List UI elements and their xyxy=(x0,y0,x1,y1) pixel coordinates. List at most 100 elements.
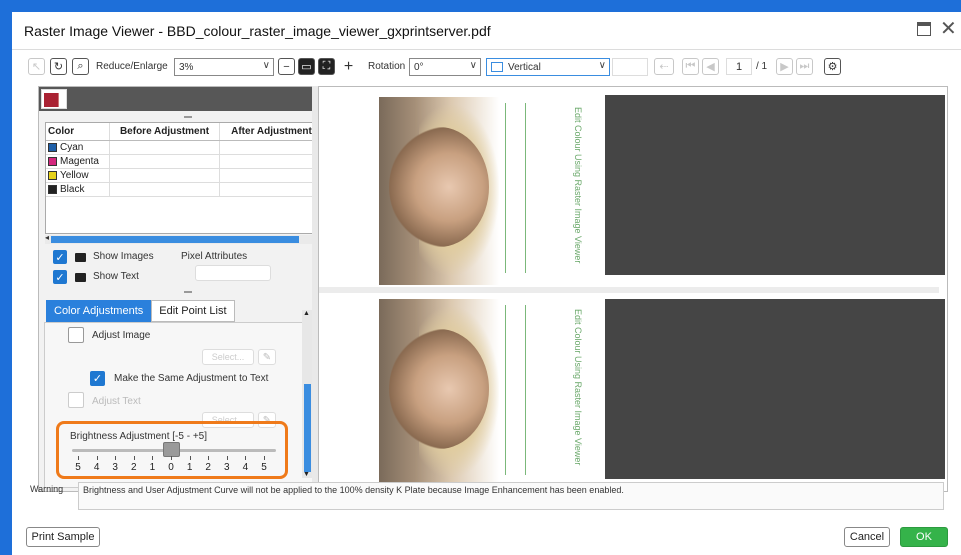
cancel-button[interactable]: Cancel xyxy=(844,527,890,547)
slider-tick xyxy=(208,456,210,460)
slider-tick-label: 4 xyxy=(242,462,249,473)
slider-tick xyxy=(96,456,98,460)
fit-width-icon[interactable]: ▭ xyxy=(298,58,315,75)
magenta-swatch-icon xyxy=(48,157,57,166)
brightness-slider-knob[interactable] xyxy=(163,442,180,457)
adjust-image-checkbox[interactable] xyxy=(68,327,84,343)
text-column xyxy=(505,103,515,273)
slider-tick xyxy=(226,456,228,460)
orientation-value: Vertical xyxy=(508,61,541,73)
thumbnail-bar xyxy=(39,87,329,111)
chevron-down-icon: ∨ xyxy=(598,60,606,71)
settings-gear-icon[interactable]: ⚙ xyxy=(824,58,841,75)
maximize-icon[interactable] xyxy=(917,22,931,36)
slider-tick-label: 2 xyxy=(205,462,211,473)
photo-face xyxy=(389,127,489,247)
warning-message: Brightness and User Adjustment Curve wil… xyxy=(78,482,944,510)
raster-image-viewer-window: Raster Image Viewer - BBD_colour_raster_… xyxy=(12,12,961,555)
slider-tick xyxy=(189,456,191,460)
table-row: Cyan xyxy=(46,141,324,155)
brightness-label: Brightness Adjustment [-5 - +5] xyxy=(70,431,208,442)
yellow-swatch-icon xyxy=(48,171,57,180)
edit-pen-icon[interactable]: ✎ xyxy=(258,349,276,365)
current-page-input[interactable]: 1 xyxy=(726,58,752,75)
window-title: Raster Image Viewer - BBD_colour_raster_… xyxy=(24,23,491,39)
show-images-label: Show Images xyxy=(93,251,154,262)
zoom-value: 3% xyxy=(179,61,194,73)
show-text-checkbox[interactable]: ✓ xyxy=(53,270,67,284)
chevron-down-icon: ∨ xyxy=(469,60,477,71)
chevron-down-icon: ∨ xyxy=(262,60,270,71)
first-page-icon[interactable]: ⏮ xyxy=(682,58,699,75)
scroll-up-icon[interactable]: ▲ xyxy=(303,310,310,317)
resize-grip[interactable] xyxy=(184,291,192,293)
zoom-out-icon[interactable]: − xyxy=(278,58,295,75)
adjust-text-checkbox[interactable] xyxy=(68,392,84,408)
same-adjustment-label: Make the Same Adjustment to Text xyxy=(114,373,269,384)
select-image-button[interactable]: Select... xyxy=(202,349,254,365)
close-icon[interactable]: ✕ xyxy=(940,16,957,41)
page-field[interactable] xyxy=(612,58,648,76)
orientation-icon xyxy=(491,62,503,72)
pointer-tool-icon[interactable]: ↖ xyxy=(28,58,45,75)
scroll-thumb[interactable] xyxy=(304,384,311,472)
page-preview-top: Edit Colour Using Raster Image Viewer xyxy=(379,97,601,285)
title-bar: Raster Image Viewer - BBD_colour_raster_… xyxy=(12,12,961,50)
table-row: Magenta xyxy=(46,155,324,169)
tab-color-adjustments[interactable]: Color Adjustments xyxy=(46,300,152,322)
reduce-enlarge-label: Reduce/Enlarge xyxy=(96,61,168,72)
slider-tick-label: 5 xyxy=(75,462,81,473)
tab-edit-point-list[interactable]: Edit Point List xyxy=(151,300,235,322)
fit-page-icon[interactable]: ⛶ xyxy=(318,58,335,75)
slider-tick-label: 3 xyxy=(224,462,230,473)
adjust-image-label: Adjust Image xyxy=(92,330,151,341)
print-sample-button[interactable]: Print Sample xyxy=(26,527,100,547)
slider-tick xyxy=(115,456,117,460)
warning-row: Warning Brightness and User Adjustment C… xyxy=(26,482,948,512)
next-page-icon[interactable]: ▶ xyxy=(776,58,793,75)
page-heading-top: Edit Colour Using Raster Image Viewer xyxy=(573,107,583,264)
ok-button[interactable]: OK xyxy=(900,527,948,547)
same-adjustment-checkbox[interactable]: ✓ xyxy=(90,371,105,386)
row-label: Magenta xyxy=(60,156,99,167)
table-row: Black xyxy=(46,183,324,197)
magnify-icon[interactable]: ⌕ xyxy=(72,58,89,75)
page-heading-bottom: Edit Colour Using Raster Image Viewer xyxy=(573,309,583,466)
resize-grip[interactable] xyxy=(184,116,192,118)
slider-tick xyxy=(152,456,154,460)
prev-page-icon[interactable]: ◀ xyxy=(702,58,719,75)
dark-preview-top xyxy=(605,95,945,275)
cyan-swatch-icon xyxy=(48,143,57,152)
scroll-left-icon[interactable]: ◂ xyxy=(45,233,49,242)
table-row: Yellow xyxy=(46,169,324,183)
orientation-select[interactable]: Vertical ∨ xyxy=(486,58,610,76)
slider-tick-label: 1 xyxy=(186,462,193,473)
scroll-down-icon[interactable]: ▼ xyxy=(303,471,310,478)
slider-tick-label: 5 xyxy=(261,462,267,473)
scroll-thumb[interactable] xyxy=(51,236,299,243)
last-page-icon[interactable]: ⏭ xyxy=(796,58,813,75)
image-icon xyxy=(75,253,86,262)
warning-label: Warning xyxy=(30,484,64,494)
pixel-attributes-field xyxy=(195,265,271,281)
viewer-splitter[interactable] xyxy=(319,287,939,293)
refresh-icon[interactable]: ↻ xyxy=(50,58,67,75)
table-horizontal-scrollbar[interactable]: ◂ ▸ xyxy=(45,233,325,244)
prev-section-icon[interactable]: ⇠ xyxy=(654,58,674,75)
color-table: Color Before Adjustment After Adjustment… xyxy=(45,122,325,234)
slider-tick-label: 0 xyxy=(168,462,174,473)
show-images-checkbox[interactable]: ✓ xyxy=(53,250,67,264)
page-preview-bottom: Edit Colour Using Raster Image Viewer xyxy=(379,299,601,487)
zoom-in-icon[interactable]: + xyxy=(340,58,357,75)
slider-tick-label: 3 xyxy=(112,462,118,473)
text-column xyxy=(525,103,535,273)
page-thumbnail[interactable] xyxy=(41,89,67,109)
rotation-select[interactable]: 0° ∨ xyxy=(409,58,481,76)
color-table-header: Color Before Adjustment After Adjustment xyxy=(46,123,324,141)
zoom-select[interactable]: 3% ∨ xyxy=(174,58,274,76)
text-column xyxy=(525,305,535,475)
rotation-label: Rotation xyxy=(368,61,406,72)
toolbar: ↖ ↻ ⌕ Reduce/Enlarge 3% ∨ − ▭ ⛶ + Rotati… xyxy=(12,54,961,80)
header-before: Before Adjustment xyxy=(110,123,220,140)
adjust-vertical-scrollbar[interactable]: ▲ ▼ xyxy=(302,310,312,478)
